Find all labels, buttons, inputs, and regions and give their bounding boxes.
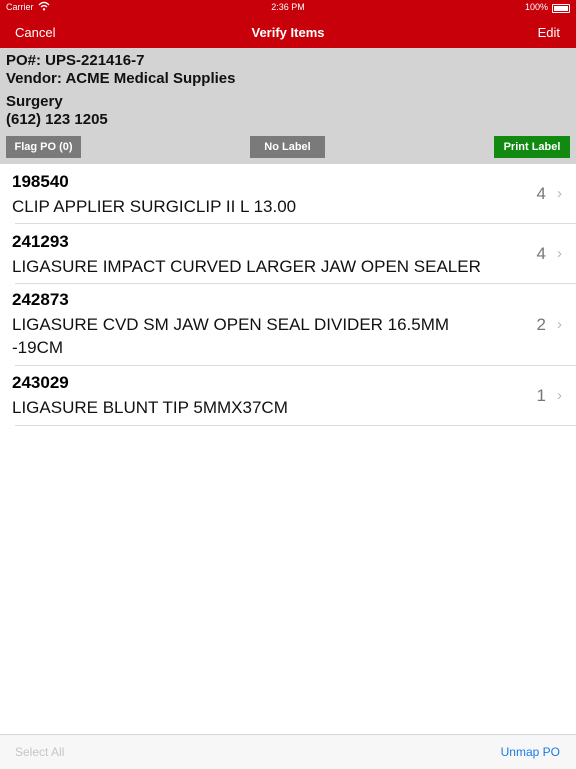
list-item[interactable]: 242873 LIGASURE CVD SM JAW OPEN SEAL DIV… bbox=[0, 284, 576, 366]
chevron-right-icon: › bbox=[557, 387, 562, 404]
nav-bar: Cancel Verify Items Edit bbox=[0, 16, 576, 48]
item-quantity: 2 bbox=[536, 315, 546, 334]
status-time: 2:36 PM bbox=[271, 2, 305, 12]
list-item[interactable]: 243029 LIGASURE BLUNT TIP 5MMX37CM 1 › bbox=[0, 366, 576, 426]
item-code: 243029 bbox=[12, 373, 69, 392]
item-description: LIGASURE IMPACT CURVED LARGER JAW OPEN S… bbox=[12, 257, 481, 276]
item-description: LIGASURE BLUNT TIP 5MMX37CM bbox=[12, 398, 288, 417]
bottom-toolbar: Select All Unmap PO bbox=[0, 734, 576, 769]
row-divider bbox=[15, 425, 576, 426]
item-code: 242873 bbox=[12, 290, 69, 309]
list-item[interactable]: 198540 CLIP APPLIER SURGICLIP II L 13.00… bbox=[0, 164, 576, 224]
list-item[interactable]: 241293 LIGASURE IMPACT CURVED LARGER JAW… bbox=[0, 224, 576, 284]
status-bar: Carrier 2:36 PM 100% bbox=[0, 0, 576, 16]
item-code: 198540 bbox=[12, 172, 69, 191]
unmap-po-button[interactable]: Unmap PO bbox=[501, 745, 560, 759]
item-description-continued: -19CM bbox=[12, 338, 64, 357]
po-phone: (612) 123 1205 bbox=[6, 111, 108, 128]
item-description: LIGASURE CVD SM JAW OPEN SEAL DIVIDER 16… bbox=[12, 315, 450, 334]
edit-button[interactable]: Edit bbox=[538, 25, 560, 40]
item-code: 241293 bbox=[12, 232, 69, 251]
chevron-right-icon: › bbox=[557, 185, 562, 202]
item-description: CLIP APPLIER SURGICLIP II L 13.00 bbox=[12, 197, 297, 216]
page-title: Verify Items bbox=[251, 25, 325, 40]
items-list: 198540 CLIP APPLIER SURGICLIP II L 13.00… bbox=[0, 164, 576, 426]
item-quantity: 4 bbox=[536, 244, 546, 263]
po-number: PO#: UPS-221416-7 bbox=[6, 52, 145, 69]
item-quantity: 1 bbox=[536, 386, 546, 405]
no-label-button[interactable]: No Label bbox=[250, 136, 325, 158]
po-vendor: Vendor: ACME Medical Supplies bbox=[6, 70, 236, 87]
print-label-button[interactable]: Print Label bbox=[494, 136, 570, 158]
chevron-right-icon: › bbox=[557, 245, 562, 262]
battery-icon bbox=[552, 4, 570, 13]
select-all-button[interactable]: Select All bbox=[15, 745, 64, 759]
po-department: Surgery bbox=[6, 93, 63, 110]
item-quantity: 4 bbox=[536, 184, 546, 203]
battery-percent: 100% bbox=[524, 2, 548, 12]
chevron-right-icon: › bbox=[557, 316, 562, 333]
flag-po-button[interactable]: Flag PO (0) bbox=[6, 136, 81, 158]
